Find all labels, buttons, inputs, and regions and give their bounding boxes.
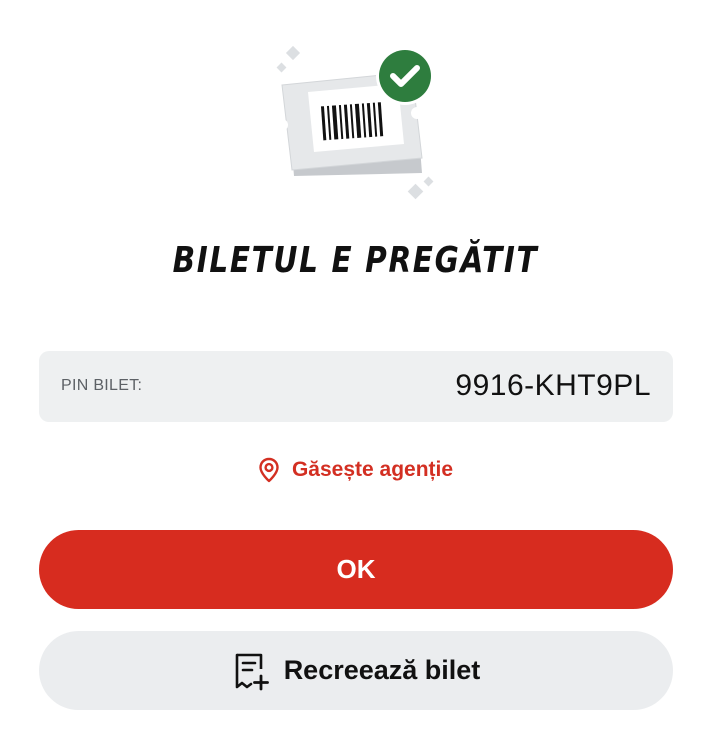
dialog-title: BILETUL E PREGĂTIT <box>172 240 539 281</box>
recreate-ticket-button[interactable]: Recreează bilet <box>39 631 673 710</box>
find-agency-link[interactable]: Găsește agenție <box>0 452 711 488</box>
ok-button[interactable]: OK <box>39 530 673 609</box>
pin-value: 9916-KHT9PL <box>455 369 651 402</box>
pin-label: PIN BILET: <box>61 377 143 394</box>
find-agency-label: Găsește agenție <box>291 458 454 481</box>
location-pin-icon <box>259 457 279 483</box>
ticket-checkmark-icon <box>276 45 434 200</box>
receipt-add-icon <box>235 653 269 690</box>
ticket-ready-illustration <box>270 40 450 210</box>
ok-button-label: OK <box>336 554 376 584</box>
recreate-button-label: Recreează bilet <box>283 655 481 685</box>
ticket-ready-dialog: BILETUL E PREGĂTIT PIN BILET: 9916-KHT9P… <box>0 0 711 747</box>
pin-box: PIN BILET: 9916-KHT9PL <box>39 351 673 422</box>
